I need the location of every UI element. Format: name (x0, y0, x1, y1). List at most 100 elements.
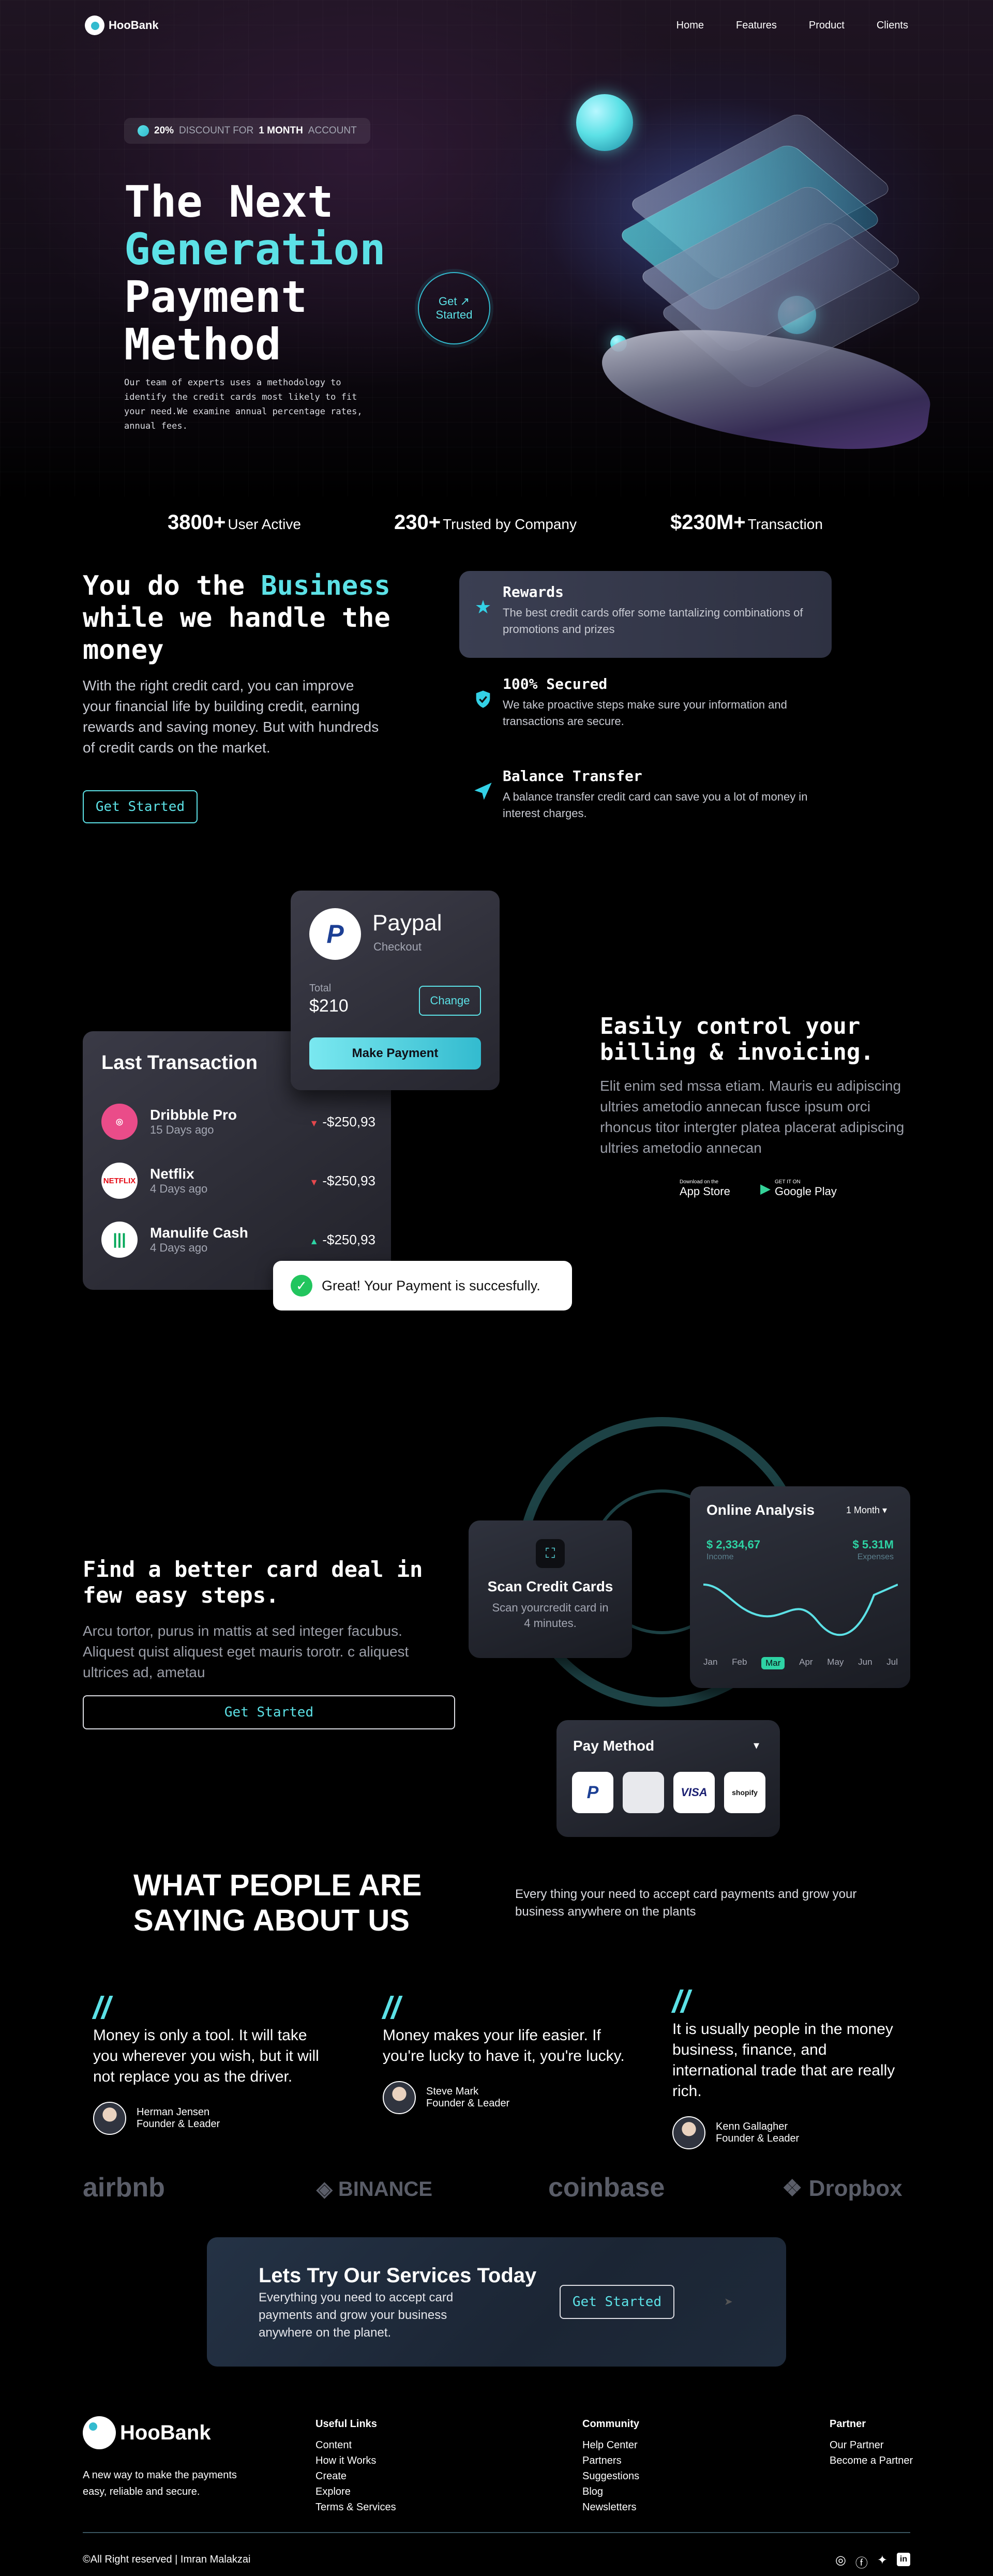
robot-hand-graphic (594, 313, 937, 462)
income-value: $ 2,334,67 (706, 1538, 760, 1551)
chevron-down-icon[interactable]: ▾ (754, 1739, 759, 1752)
manulife-icon: ||| (101, 1222, 138, 1258)
logo-text: HooBank (109, 19, 159, 32)
month-axis: Jan Feb Mar Apr May Jun Jul (703, 1657, 898, 1669)
hero-illustration (569, 93, 941, 465)
footer-column-useful-links: Useful Links Content How it Works Create… (315, 2418, 396, 2515)
discount-badge: 20% DISCOUNT FOR 1 MONTH ACCOUNT (124, 118, 370, 144)
pay-method-card: Pay Method ▾ P VISA shopify (556, 1720, 780, 1837)
footer-column-partner: Partner Our Partner Become a Partner (830, 2418, 913, 2468)
stat-users: 3800+ User Active (168, 511, 301, 534)
footer-link[interactable]: Partners (582, 2453, 639, 2468)
billing-title: Easily control your billing & invoicing. (600, 1013, 874, 1065)
business-get-started-button[interactable]: Get Started (83, 790, 198, 823)
nav-features[interactable]: Features (736, 20, 777, 32)
twitter-icon[interactable]: ✦ (877, 2553, 887, 2571)
testimonial-card: // Money makes your life easier. If you'… (383, 1993, 626, 2114)
footer-link[interactable]: Help Center (582, 2437, 639, 2453)
badge-account: ACCOUNT (308, 125, 357, 136)
transaction-row[interactable]: ◎ Dribbble Pro 15 Days ago ▼ -$250,93 (101, 1104, 375, 1140)
paypal-icon: P (309, 908, 361, 960)
logo[interactable]: HooBank (85, 16, 159, 35)
footer-link[interactable]: Newsletters (582, 2499, 639, 2515)
quote-icon: // (93, 1991, 111, 2025)
netflix-icon: NETFLIX (101, 1163, 138, 1199)
instagram-icon[interactable]: ◎ (835, 2553, 846, 2571)
footer-link[interactable]: Terms & Services (315, 2499, 396, 2515)
logo-icon (85, 16, 104, 35)
period-select[interactable]: 1 Month ▾ (846, 1505, 887, 1516)
get-started-circle-button[interactable]: Get ↗ Started (418, 272, 490, 344)
footer-link[interactable]: Content (315, 2437, 396, 2453)
nav-product[interactable]: Product (809, 20, 845, 32)
testimonial-card: // Money is only a tool. It will take yo… (93, 1991, 336, 2135)
airbnb-logo: airbnb (83, 2173, 165, 2203)
footer-link[interactable]: Explore (315, 2484, 396, 2499)
sphere-decoration (576, 94, 633, 151)
make-payment-button[interactable]: Make Payment (309, 1037, 481, 1069)
last-transaction-title: Last Transaction (101, 1052, 258, 1074)
shopify-method-icon[interactable]: shopify (724, 1772, 765, 1813)
feature-card-balance-transfer: Balance Transfer A balance transfer cred… (459, 755, 832, 842)
cta-banner: Lets Try Our Services Today Everything y… (207, 2237, 786, 2367)
coinbase-logo: coinbase (548, 2173, 665, 2203)
pay-method-title: Pay Method (573, 1738, 655, 1754)
avatar (93, 2102, 126, 2135)
google-play-button[interactable]: ▶ GET IT ON Google Play (757, 1177, 840, 1200)
avatar (383, 2081, 416, 2114)
footer-tagline: A new way to make the payments easy, rel… (83, 2469, 237, 2497)
linkedin-icon[interactable]: in (897, 2553, 910, 2566)
transaction-row[interactable]: ||| Manulife Cash 4 Days ago ▲ -$250,93 (101, 1222, 375, 1258)
footer-link[interactable]: Our Partner (830, 2437, 913, 2453)
change-button[interactable]: Change (419, 986, 481, 1016)
nav-clients[interactable]: Clients (877, 20, 908, 32)
analysis-line-chart (703, 1584, 898, 1636)
badge-duration: 1 MONTH (259, 125, 303, 136)
visa-method-icon[interactable]: VISA (673, 1772, 715, 1813)
footer-link[interactable]: Create (315, 2468, 396, 2484)
online-analysis-card: Online Analysis 1 Month ▾ $ 2,334,67 Inc… (690, 1486, 910, 1688)
card-deal-title: Find a better card deal in few easy steps… (83, 1557, 423, 1608)
send-icon (473, 781, 493, 802)
active-month: Mar (761, 1657, 785, 1669)
total-label: Total (309, 983, 332, 994)
scan-icon: ⛶ (536, 1539, 565, 1568)
social-links: ◎ ⓕ ✦ in (835, 2553, 910, 2571)
arrow-down-icon: ▼ (309, 1118, 319, 1128)
shield-icon (473, 689, 493, 710)
star-icon: ★ (474, 596, 492, 617)
expense-label: Expenses (857, 1553, 894, 1561)
cta-title: Lets Try Our Services Today (259, 2264, 537, 2287)
card-deal-get-started-button[interactable]: Get Started (83, 1695, 455, 1729)
quote-icon: // (672, 1984, 690, 2019)
footer-link[interactable]: Suggestions (582, 2468, 639, 2484)
card-deal-description: Arcu tortor, purus in mattis at sed inte… (83, 1623, 409, 1680)
nav-home[interactable]: Home (676, 20, 704, 32)
transaction-row[interactable]: NETFLIX Netflix 4 Days ago ▼ -$250,93 (101, 1163, 375, 1199)
stat-companies: 230+ Trusted by Company (394, 511, 577, 534)
stat-transactions: $230M+ Transaction (670, 511, 823, 534)
footer-link[interactable]: How it Works (315, 2453, 396, 2468)
expense-value: $ 5.31M (852, 1538, 894, 1551)
main-nav: Home Features Product Clients (644, 20, 908, 32)
feature-card-secured: 100% Secured We take proactive steps mak… (459, 663, 832, 750)
footer-logo[interactable]: HooBank (83, 2416, 211, 2449)
dribbble-icon: ◎ (101, 1104, 138, 1140)
paypal-title: Paypal (372, 910, 442, 936)
scan-credit-cards-card: ⛶ Scan Credit Cards Scan yourcredit card… (469, 1520, 632, 1658)
billing-description: Elit enim sed mssa etiam. Mauris eu adip… (600, 1078, 905, 1156)
testimonial-author: Steve Mark Founder & Leader (383, 2081, 626, 2114)
income-label: Income (706, 1553, 734, 1561)
paypal-method-icon[interactable]: P (572, 1772, 613, 1813)
footer-link[interactable]: Become a Partner (830, 2453, 913, 2468)
testimonial-author: Kenn Gallagher Founder & Leader (672, 2116, 915, 2149)
hero-section: HooBank Home Features Product Clients 20… (0, 0, 993, 496)
app-store-button[interactable]: Download on the App Store (672, 1177, 733, 1200)
footer-link[interactable]: Blog (582, 2484, 639, 2499)
copyright: ©All Right reserved | Imran Malakzai (83, 2554, 251, 2565)
avatar (672, 2116, 705, 2149)
apple-pay-method-icon[interactable] (623, 1772, 664, 1813)
testimonial-author: Herman Jensen Founder & Leader (93, 2102, 336, 2135)
cta-get-started-button[interactable]: Get Started (560, 2285, 674, 2319)
facebook-icon[interactable]: ⓕ (855, 2553, 868, 2571)
